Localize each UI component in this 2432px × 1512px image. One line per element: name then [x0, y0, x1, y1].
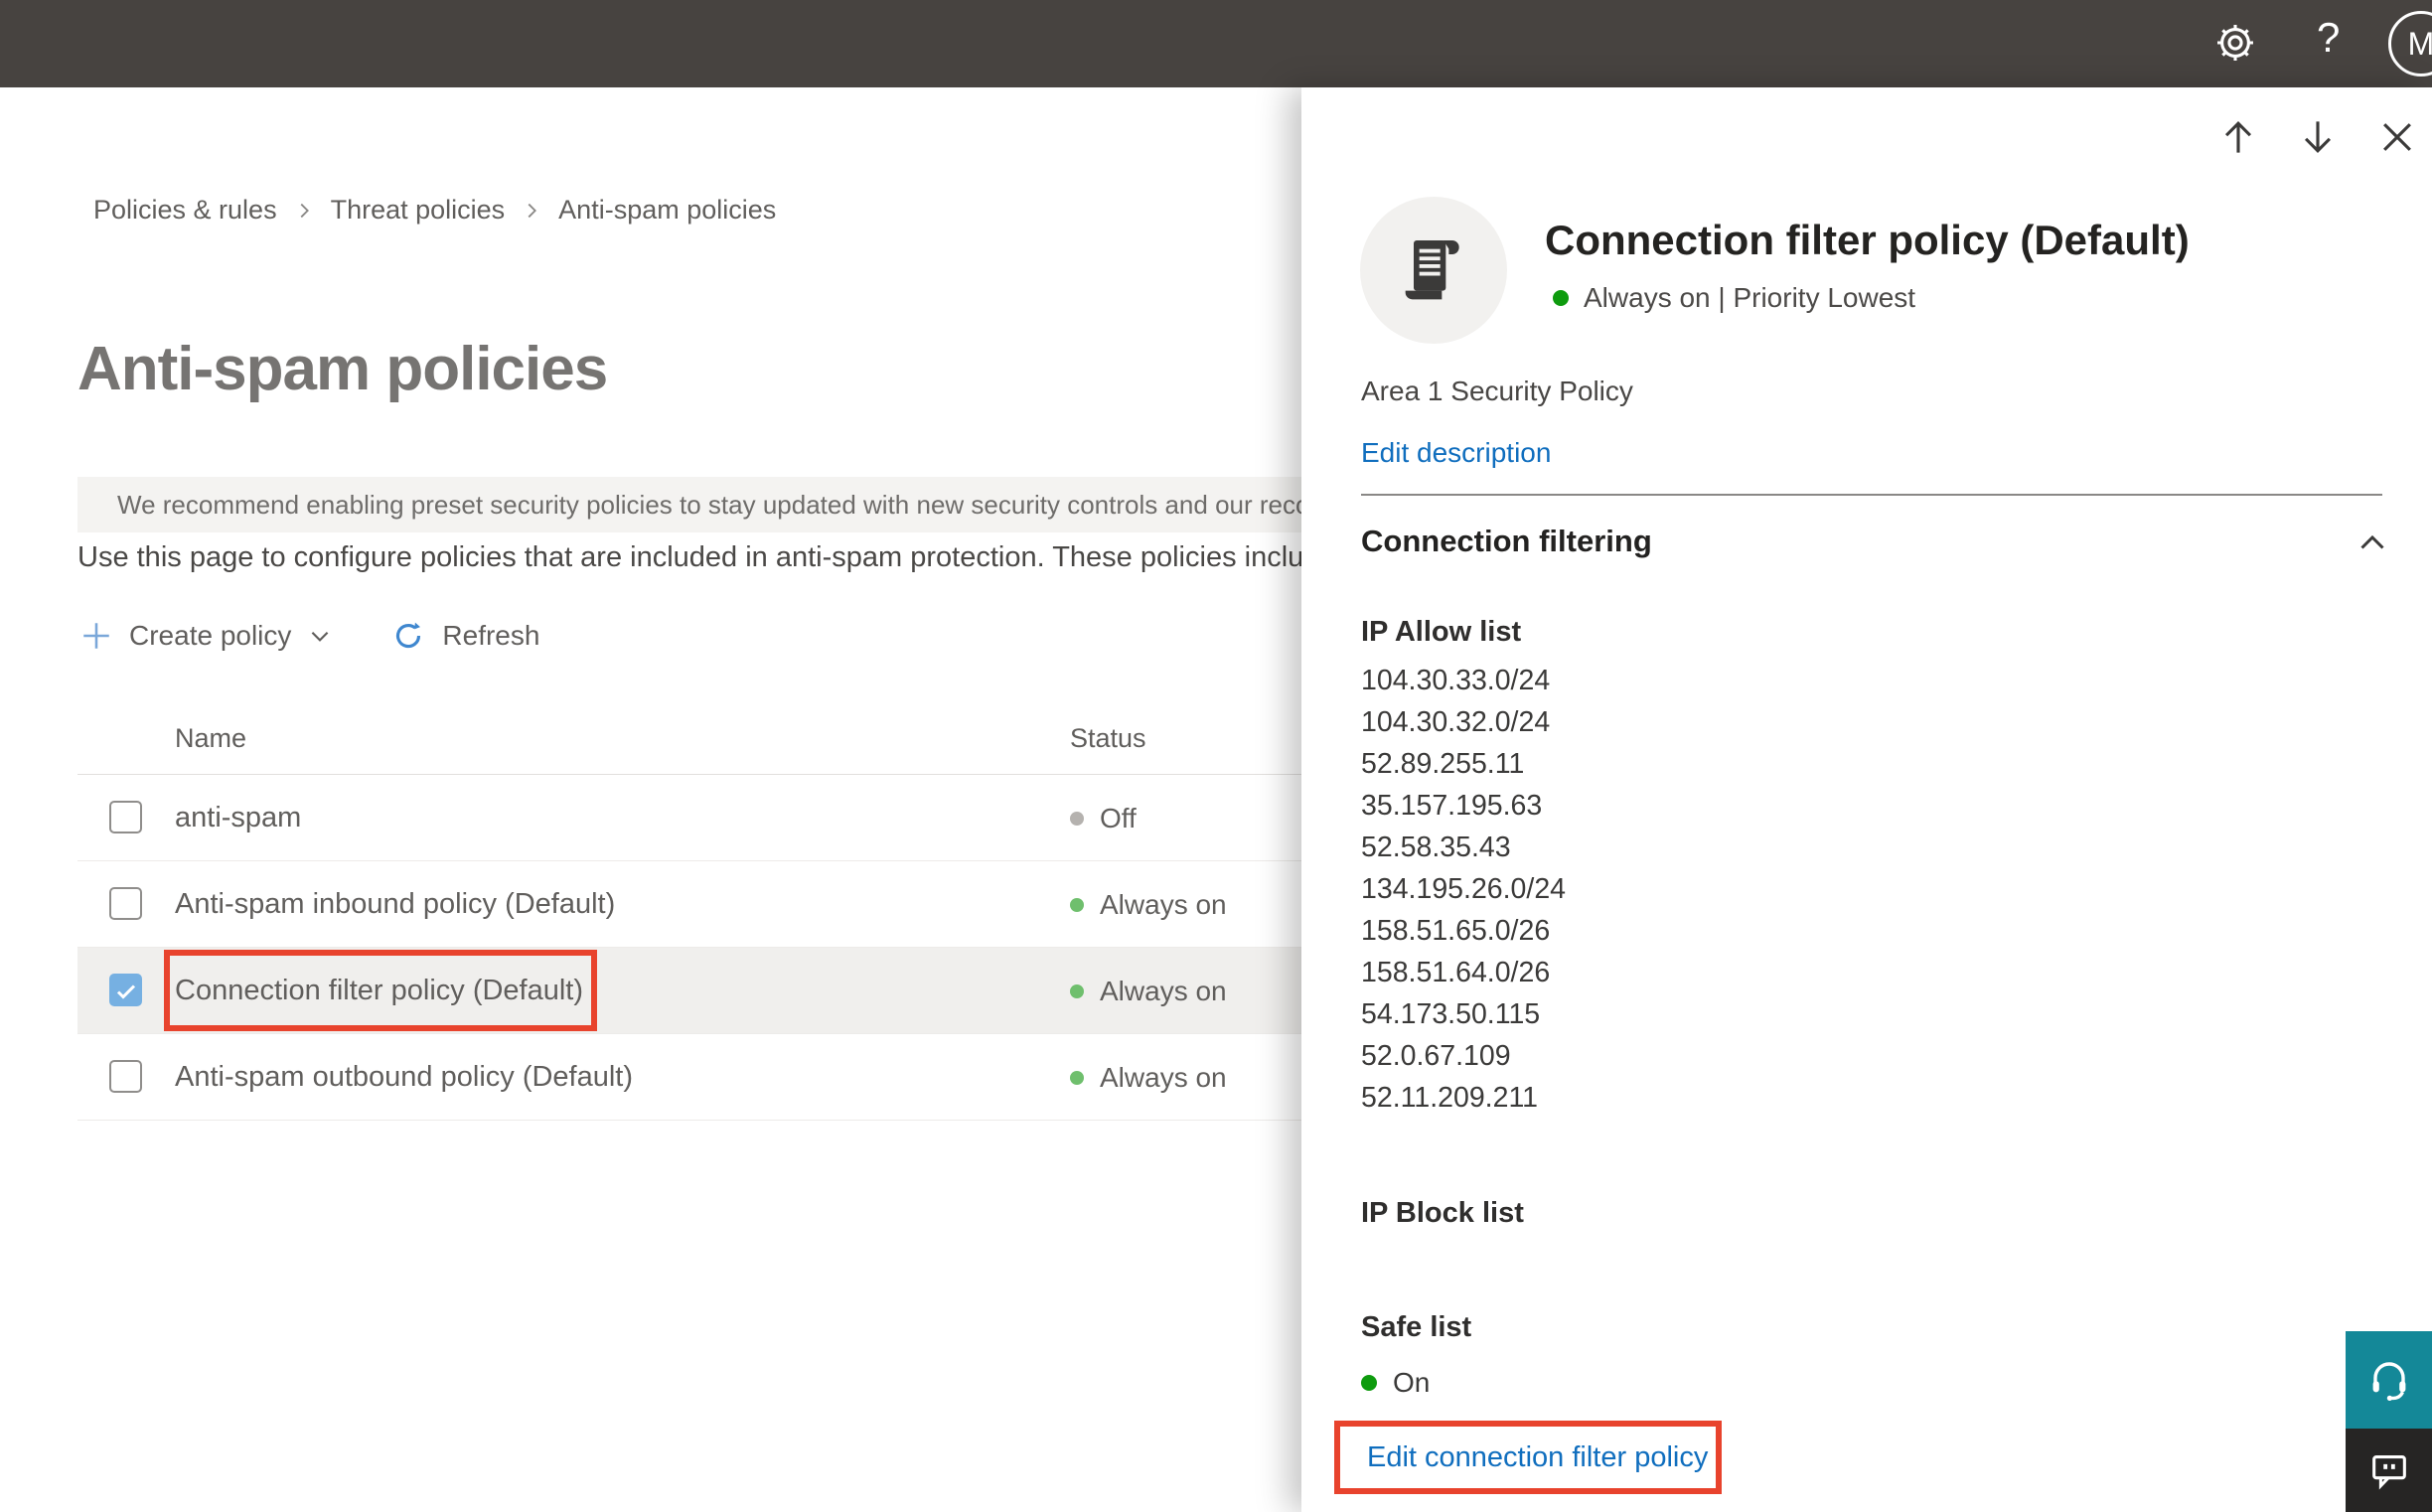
- account-avatar[interactable]: M: [2388, 11, 2432, 76]
- status-label: Always on: [1100, 1062, 1227, 1093]
- policy-status: Always on: [1070, 1062, 1227, 1094]
- divider: [1361, 494, 2382, 496]
- policy-name: anti-spam: [175, 802, 302, 833]
- row-checkbox[interactable]: [109, 974, 142, 1006]
- top-app-bar: ? M: [0, 0, 2432, 87]
- edit-connection-filter-policy-link[interactable]: Edit connection filter policy: [1367, 1441, 1708, 1474]
- status-dot: [1070, 812, 1084, 826]
- table-row[interactable]: Anti-spam inbound policy (Default) Alway…: [77, 861, 1339, 948]
- ip-allow-entry: 158.51.64.0/26: [1361, 957, 1551, 988]
- annotation-box: Edit connection filter policy: [1334, 1421, 1722, 1494]
- policy-status: Always on: [1070, 976, 1227, 1007]
- panel-status-label: Always on | Priority Lowest: [1584, 282, 1916, 313]
- policy-name: Anti-spam outbound policy (Default): [175, 1061, 634, 1093]
- table-header: Name Status: [77, 707, 1339, 775]
- ip-allow-list: 104.30.33.0/24 104.30.32.0/24 52.89.255.…: [1361, 660, 1566, 1119]
- policy-status: Always on: [1070, 889, 1227, 921]
- breadcrumb-anti-spam-policies: Anti-spam policies: [558, 195, 777, 225]
- create-policy-label: Create policy: [129, 620, 292, 651]
- ip-allow-entry: 35.157.195.63: [1361, 790, 1543, 822]
- close-icon[interactable]: [2375, 115, 2419, 159]
- ip-allow-entry: 52.58.35.43: [1361, 832, 1511, 863]
- row-checkbox[interactable]: [109, 887, 142, 920]
- chevron-right-icon: [300, 203, 309, 218]
- headset-icon: [2372, 1362, 2405, 1401]
- breadcrumb: Policies & rules Threat policies Anti-sp…: [93, 195, 776, 226]
- panel-status-line: Always on | Priority Lowest: [1553, 282, 1915, 314]
- recommendation-banner: We recommend enabling preset security po…: [77, 477, 1301, 532]
- ip-allow-entry: 52.0.67.109: [1361, 1040, 1511, 1072]
- feedback-button[interactable]: [2346, 1429, 2432, 1512]
- toolbar: Create policy Refresh: [79, 618, 539, 654]
- status-dot: [1070, 1071, 1084, 1085]
- row-checkbox[interactable]: [109, 801, 142, 833]
- column-header-name[interactable]: Name: [175, 723, 246, 754]
- ip-block-list-title: IP Block list: [1361, 1197, 1524, 1229]
- page-description: Use this page to configure policies that…: [77, 541, 1301, 573]
- breadcrumb-policies-rules[interactable]: Policies & rules: [93, 195, 277, 226]
- create-policy-button[interactable]: Create policy: [79, 619, 333, 653]
- next-item-icon[interactable]: [2296, 115, 2340, 159]
- section-title-connection-filtering: Connection filtering: [1361, 524, 1652, 558]
- policy-table: Name Status anti-spam Off Anti-spam inbo…: [77, 707, 1339, 1121]
- status-label: Always on: [1100, 889, 1227, 920]
- table-row[interactable]: Anti-spam outbound policy (Default) Alwa…: [77, 1034, 1339, 1121]
- ip-allow-entry: 134.195.26.0/24: [1361, 873, 1567, 905]
- scroll-icon: [1405, 240, 1459, 300]
- refresh-button[interactable]: Refresh: [390, 618, 539, 654]
- panel-title: Connection filter policy (Default): [1545, 217, 2190, 263]
- policy-name: Anti-spam inbound policy (Default): [175, 888, 616, 920]
- ip-allow-list-title: IP Allow list: [1361, 616, 1522, 648]
- chevron-right-icon: [528, 203, 537, 218]
- safe-list-status-label: On: [1393, 1367, 1431, 1398]
- help-icon[interactable]: ?: [2317, 14, 2340, 62]
- row-checkbox[interactable]: [109, 1060, 142, 1093]
- refresh-label: Refresh: [442, 620, 540, 651]
- plus-icon: [83, 623, 109, 649]
- status-dot: [1070, 984, 1084, 998]
- ip-allow-entry: 54.173.50.115: [1361, 998, 1541, 1030]
- column-header-status[interactable]: Status: [1070, 723, 1146, 754]
- status-dot: [1361, 1375, 1377, 1391]
- banner-text: We recommend enabling preset security po…: [117, 489, 1301, 520]
- panel-navigation: [2216, 115, 2419, 159]
- safe-list-title: Safe list: [1361, 1311, 1472, 1343]
- breadcrumb-threat-policies[interactable]: Threat policies: [331, 195, 506, 226]
- status-label: Always on: [1100, 976, 1227, 1006]
- status-dot: [1553, 290, 1569, 306]
- safe-list-status: On: [1361, 1367, 1430, 1399]
- edit-description-link[interactable]: Edit description: [1361, 437, 1551, 469]
- policy-description: Area 1 Security Policy: [1361, 376, 1633, 406]
- previous-item-icon[interactable]: [2216, 115, 2260, 159]
- policy-details-panel: Connection filter policy (Default) Alway…: [1301, 87, 2432, 1512]
- chevron-up-icon[interactable]: [2355, 526, 2390, 561]
- chevron-down-icon: [312, 631, 329, 642]
- policy-icon-circle: [1360, 197, 1507, 344]
- check-icon: [116, 984, 135, 999]
- ip-allow-entry: 104.30.32.0/24: [1361, 706, 1551, 738]
- support-button[interactable]: [2346, 1331, 2432, 1429]
- chat-bubble-icon: [2371, 1455, 2406, 1490]
- table-row[interactable]: anti-spam Off: [77, 775, 1339, 861]
- refresh-icon: [396, 622, 421, 649]
- policy-status: Off: [1070, 803, 1137, 834]
- ip-allow-entry: 158.51.65.0/26: [1361, 915, 1551, 947]
- policy-name: Connection filter policy (Default): [175, 975, 584, 1006]
- ip-allow-entry: 52.89.255.11: [1361, 748, 1525, 780]
- page-title: Anti-spam policies: [77, 335, 608, 403]
- settings-icon[interactable]: [2213, 21, 2257, 65]
- status-label: Off: [1100, 803, 1137, 833]
- status-dot: [1070, 898, 1084, 912]
- ip-allow-entry: 104.30.33.0/24: [1361, 665, 1551, 696]
- ip-allow-entry: 52.11.209.211: [1361, 1082, 1539, 1114]
- table-row-selected[interactable]: Connection filter policy (Default) Alway…: [77, 948, 1339, 1034]
